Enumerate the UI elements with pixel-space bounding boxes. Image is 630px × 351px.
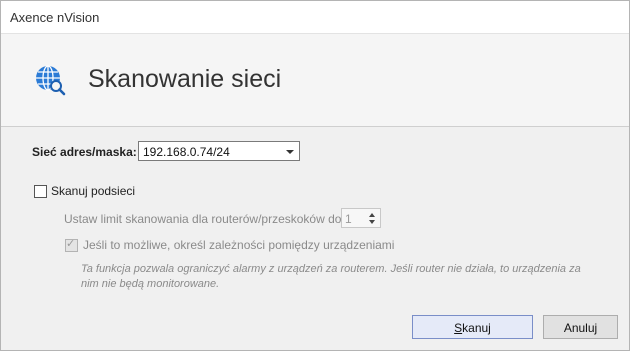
dialog-window: Axence nVision Skanowanie sieci Sieć adr…: [0, 0, 630, 351]
scan-button-label: kanuj: [462, 321, 491, 335]
dialog-content: Sieć adres/maska: 192.168.0.74/24 Skanuj…: [1, 127, 629, 350]
router-limit-label: Ustaw limit skanowania dla routerów/prze…: [64, 212, 345, 226]
dependencies-label[interactable]: Jeśli to możliwe, określ zależności pomi…: [83, 238, 394, 252]
scan-button-mnemonic: S: [454, 321, 463, 335]
spin-up-icon[interactable]: [369, 213, 375, 217]
scan-button[interactable]: Skanuj: [412, 315, 533, 339]
router-limit-value: 1: [345, 212, 352, 226]
router-limit-spinner[interactable]: 1: [341, 208, 381, 228]
dialog-heading: Skanowanie sieci: [88, 65, 282, 93]
scan-subnets-label[interactable]: Skanuj podsieci: [51, 184, 135, 198]
title-bar[interactable]: Axence nVision: [1, 1, 629, 34]
window-title: Axence nVision: [10, 10, 100, 25]
dialog-header: Skanowanie sieci: [1, 34, 629, 127]
network-address-value: 192.168.0.74/24: [143, 145, 230, 159]
dependencies-checkbox[interactable]: ✓: [65, 238, 78, 252]
spin-down-icon[interactable]: [369, 220, 375, 224]
network-address-label: Sieć adres/maska:: [32, 145, 137, 159]
network-address-combobox[interactable]: 192.168.0.74/24: [138, 141, 300, 161]
chevron-down-icon[interactable]: [286, 150, 294, 154]
globe-search-icon: [34, 64, 66, 96]
scan-subnets-checkbox[interactable]: [34, 185, 47, 198]
dependencies-note: Ta funkcja pozwala ograniczyć alarmy z u…: [81, 263, 581, 290]
cancel-button[interactable]: Anuluj: [543, 315, 618, 339]
checkmark-icon: ✓: [66, 238, 76, 250]
